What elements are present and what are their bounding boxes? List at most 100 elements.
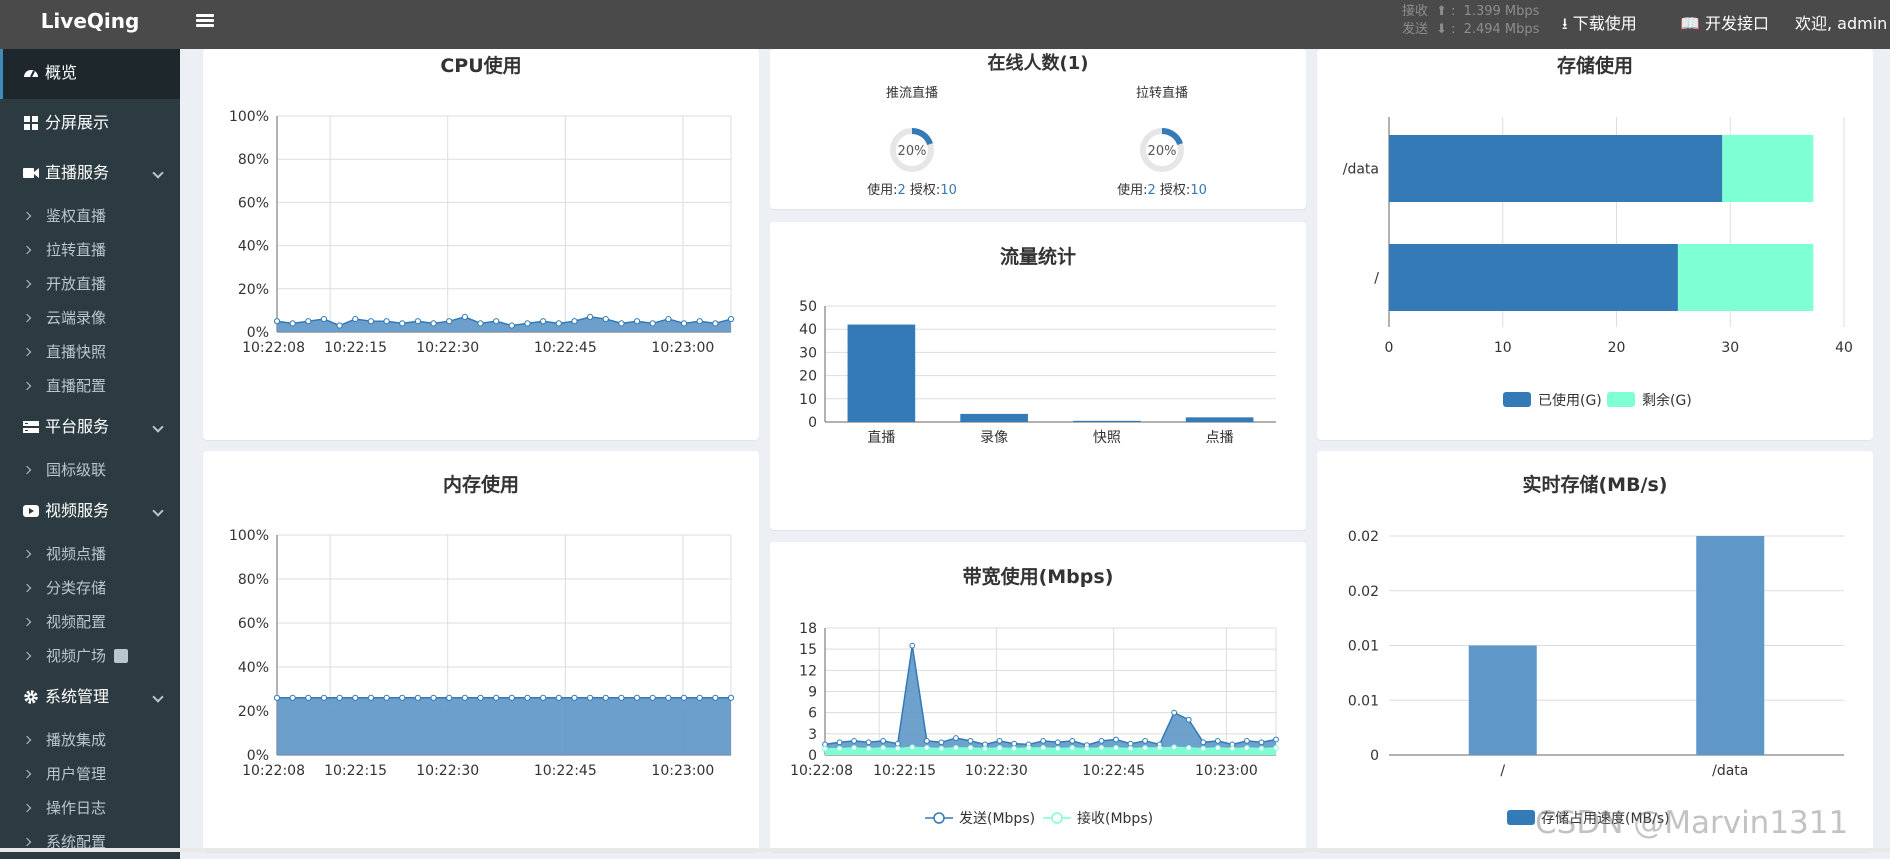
sidebar-subitem-video-3[interactable]: 视频广场 bbox=[0, 639, 180, 673]
data-point bbox=[909, 744, 916, 751]
sidebar-subitem-live-3[interactable]: 云端录像 bbox=[0, 301, 180, 335]
menu-toggle-icon[interactable] bbox=[196, 12, 214, 30]
gauge-percent: 20% bbox=[1148, 144, 1177, 159]
y-tick-label: 60% bbox=[238, 195, 269, 211]
bar bbox=[1073, 420, 1141, 422]
external-link-icon[interactable] bbox=[114, 649, 129, 663]
sidebar-subitem-system-2[interactable]: 操作日志 bbox=[0, 791, 180, 825]
x-tick-label: 0 bbox=[1385, 340, 1394, 356]
data-point bbox=[649, 694, 656, 701]
area-fill bbox=[277, 697, 731, 755]
data-point bbox=[1214, 745, 1221, 751]
network-stats: 接收 ⬆: 1.399 Mbps 发送 ⬇: 2.494 Mbps bbox=[1402, 4, 1540, 37]
data-point bbox=[1040, 745, 1047, 751]
x-tick-label: 10:23:00 bbox=[651, 340, 714, 356]
data-point bbox=[477, 320, 484, 327]
sidebar-subitem-system-1[interactable]: 用户管理 bbox=[0, 757, 180, 791]
sidebar-item-overview[interactable]: 概览 bbox=[0, 49, 180, 99]
sidebar-subitem-label: 视频广场 bbox=[46, 647, 107, 665]
chevron-right-icon bbox=[22, 211, 32, 221]
data-point bbox=[587, 694, 594, 701]
api-link[interactable]: 📖 开发接口 bbox=[1680, 10, 1769, 34]
data-point bbox=[967, 745, 974, 751]
chevron-right-icon bbox=[22, 279, 32, 289]
series-area bbox=[825, 645, 1276, 755]
download-link[interactable]: ⭳ 下载使用 bbox=[1562, 10, 1637, 40]
data-point bbox=[524, 320, 531, 327]
sidebar-item-platform[interactable]: 平台服务 bbox=[0, 403, 180, 453]
data-point bbox=[1156, 745, 1163, 751]
data-point bbox=[1011, 745, 1018, 752]
data-point bbox=[1142, 745, 1148, 751]
x-tick-label: 10:23:00 bbox=[651, 763, 714, 779]
user-menu[interactable]: 欢迎, admin bbox=[1795, 10, 1887, 34]
sidebar-subitem-system-0[interactable]: 播放集成 bbox=[0, 723, 180, 757]
data-point bbox=[822, 745, 828, 752]
gauge-usage-part: 2 bbox=[1148, 183, 1156, 198]
sidebar-subitem-live-5[interactable]: 直播配置 bbox=[0, 369, 180, 403]
y-tick-label: 0 bbox=[808, 415, 817, 431]
bar bbox=[1696, 536, 1765, 755]
sidebar-subitem-platform-0[interactable]: 国标级联 bbox=[0, 453, 180, 487]
sidebar-subitem-video-1[interactable]: 分类存储 bbox=[0, 571, 180, 605]
bar bbox=[1185, 417, 1254, 422]
data-point bbox=[446, 318, 453, 325]
app-logo[interactable]: LiveQing bbox=[0, 0, 180, 49]
x-tick-label: 10:22:45 bbox=[534, 340, 597, 356]
data-point bbox=[894, 745, 901, 752]
sidebar-subitem-video-2[interactable]: 视频配置 bbox=[0, 605, 180, 639]
sidebar-subitem-label: 开放直播 bbox=[46, 275, 107, 293]
data-point bbox=[602, 694, 609, 701]
data-point bbox=[1200, 739, 1207, 746]
data-point bbox=[305, 694, 312, 701]
data-point bbox=[1171, 709, 1178, 716]
data-point bbox=[996, 745, 1003, 751]
data-point bbox=[1273, 745, 1279, 751]
x-tick-label: 30 bbox=[1721, 340, 1739, 356]
gauge-usage-part: 10 bbox=[1190, 183, 1207, 198]
sidebar-item-live[interactable]: 直播服务 bbox=[0, 149, 180, 199]
sidebar-subitem-live-2[interactable]: 开放直播 bbox=[0, 267, 180, 301]
data-point bbox=[727, 315, 735, 323]
data-point bbox=[836, 745, 843, 752]
sidebar-subitem-label: 视频点播 bbox=[46, 545, 107, 563]
sidebar-item-system[interactable]: 系统管理 bbox=[0, 673, 180, 723]
data-point bbox=[540, 318, 547, 325]
sidebar-item-label: 视频服务 bbox=[45, 501, 110, 520]
y-tick-label: 9 bbox=[808, 685, 817, 701]
sidebar-subitem-live-4[interactable]: 直播快照 bbox=[0, 335, 180, 369]
series-line bbox=[824, 645, 1277, 746]
sidebar-subitem-video-0[interactable]: 视频点播 bbox=[0, 537, 180, 571]
data-point bbox=[508, 694, 515, 701]
data-point bbox=[446, 694, 453, 701]
data-point bbox=[967, 737, 974, 744]
x-tick-label: /data bbox=[1712, 763, 1748, 779]
data-point bbox=[1185, 716, 1192, 723]
sidebar-item-split[interactable]: 分屏展示 bbox=[0, 99, 180, 149]
send-label: 发送 bbox=[1402, 22, 1429, 37]
sidebar-subitem-live-1[interactable]: 拉转直播 bbox=[0, 233, 180, 267]
arrow-down-icon: ⬇ bbox=[1436, 22, 1448, 37]
x-tick-label: 直播 bbox=[867, 429, 895, 446]
data-point bbox=[493, 318, 500, 325]
sidebar-subitem-live-0[interactable]: 鉴权直播 bbox=[0, 199, 180, 233]
data-point bbox=[399, 320, 406, 327]
data-point bbox=[665, 694, 672, 701]
data-point bbox=[1083, 745, 1090, 752]
sidebar-item-video[interactable]: 视频服务 bbox=[0, 487, 180, 537]
gauge-usage: 使用:2 授权:10 bbox=[1117, 182, 1207, 198]
gauge-name: 推流直播 bbox=[886, 86, 938, 101]
data-point bbox=[1127, 740, 1134, 747]
sidebar-subitem-system-3[interactable]: 系统配置 bbox=[0, 825, 180, 859]
gauge-usage-part: 2 bbox=[898, 183, 906, 198]
data-point bbox=[1113, 745, 1119, 751]
panel-title: 带宽使用(Mbps) bbox=[962, 566, 1114, 588]
api-label: 开发接口 bbox=[1705, 14, 1770, 33]
footer-bar bbox=[0, 848, 1890, 852]
sidebar-subitem-label: 播放集成 bbox=[46, 731, 107, 749]
data-point bbox=[938, 739, 945, 746]
data-point bbox=[555, 694, 562, 701]
data-point bbox=[414, 318, 421, 325]
gauge-usage-part: 授权: bbox=[1156, 182, 1191, 198]
y-tick-label: 0 bbox=[808, 748, 817, 764]
